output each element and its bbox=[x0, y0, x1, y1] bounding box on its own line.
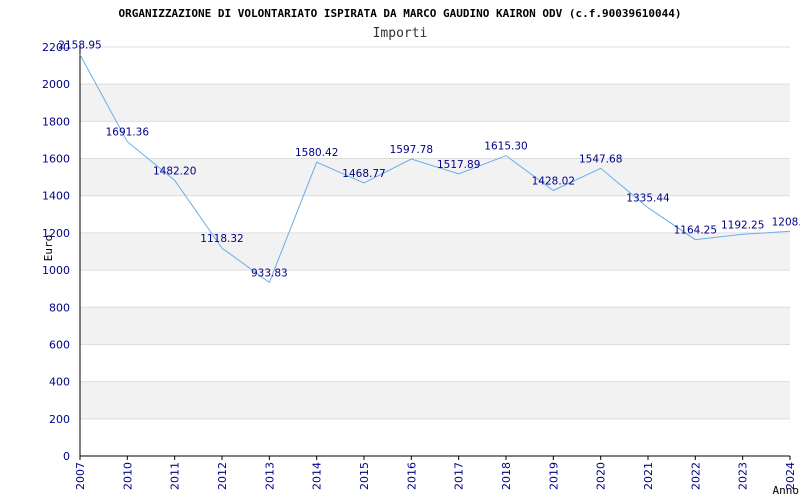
x-tick-label: 2013 bbox=[263, 462, 276, 490]
x-tick-labels: 2007 2010 2011 2012 2013 2014 2015 2016 2017 2018… bbox=[74, 456, 797, 490]
chart-subtitle: Importi bbox=[373, 26, 428, 41]
line-chart: 0200400600800100012001400160018002000220… bbox=[42, 7, 800, 497]
x-tick-label: 2018 bbox=[500, 462, 513, 490]
data-label: 1428.02 bbox=[532, 176, 575, 188]
y-tick-label: 200 bbox=[49, 413, 70, 426]
y-tick-label: 0 bbox=[63, 450, 70, 463]
y-tick-label: 2000 bbox=[42, 78, 70, 91]
x-tick-label: 2014 bbox=[311, 462, 324, 490]
data-label: 1691.36 bbox=[106, 127, 150, 139]
data-label: 1208.5 bbox=[772, 216, 800, 228]
chart-title: ORGANIZZAZIONE DI VOLONTARIATO ISPIRATA … bbox=[119, 7, 682, 20]
x-axis-label: Anno bbox=[773, 484, 800, 497]
data-label: 1517.89 bbox=[437, 159, 480, 171]
x-tick-label: 2012 bbox=[216, 462, 229, 490]
data-label: 1335.44 bbox=[626, 193, 670, 205]
data-label: 2158.95 bbox=[58, 40, 101, 52]
x-tick-label: 2023 bbox=[737, 462, 750, 490]
data-label: 1547.68 bbox=[579, 153, 622, 165]
data-label: 1597.78 bbox=[390, 144, 433, 156]
x-tick-label: 2007 bbox=[74, 462, 87, 490]
x-tick-label: 2019 bbox=[547, 462, 560, 490]
background-band bbox=[80, 381, 790, 419]
background-band bbox=[80, 232, 790, 271]
y-tick-label: 800 bbox=[49, 301, 70, 314]
x-tick-label: 2015 bbox=[358, 462, 371, 490]
background-band bbox=[80, 84, 790, 122]
data-label: 1164.25 bbox=[674, 225, 717, 237]
background-bands bbox=[80, 84, 790, 419]
y-tick-label: 1800 bbox=[42, 115, 70, 128]
data-label: 933.83 bbox=[251, 267, 288, 279]
background-band bbox=[80, 307, 790, 345]
y-tick-label: 1000 bbox=[42, 264, 70, 277]
x-tick-label: 2022 bbox=[689, 462, 702, 490]
data-label: 1192.25 bbox=[721, 219, 764, 231]
x-tick-label: 2011 bbox=[169, 462, 182, 490]
y-tick-label: 600 bbox=[49, 338, 70, 351]
y-tick-label: 1600 bbox=[42, 153, 70, 166]
x-tick-label: 2016 bbox=[405, 462, 418, 490]
y-tick-label: 1400 bbox=[42, 190, 70, 203]
x-tick-label: 2021 bbox=[642, 462, 655, 490]
data-label: 1468.77 bbox=[342, 168, 385, 180]
y-axis-label: Euro bbox=[42, 235, 55, 262]
data-label: 1118.32 bbox=[200, 233, 243, 245]
x-tick-label: 2010 bbox=[121, 462, 134, 490]
y-tick-label: 400 bbox=[49, 376, 70, 389]
x-tick-label: 2020 bbox=[595, 462, 608, 490]
data-label: 1615.30 bbox=[484, 141, 527, 153]
x-tick-label: 2017 bbox=[453, 462, 466, 490]
data-label: 1482.20 bbox=[153, 165, 196, 177]
data-label: 1580.42 bbox=[295, 147, 338, 159]
